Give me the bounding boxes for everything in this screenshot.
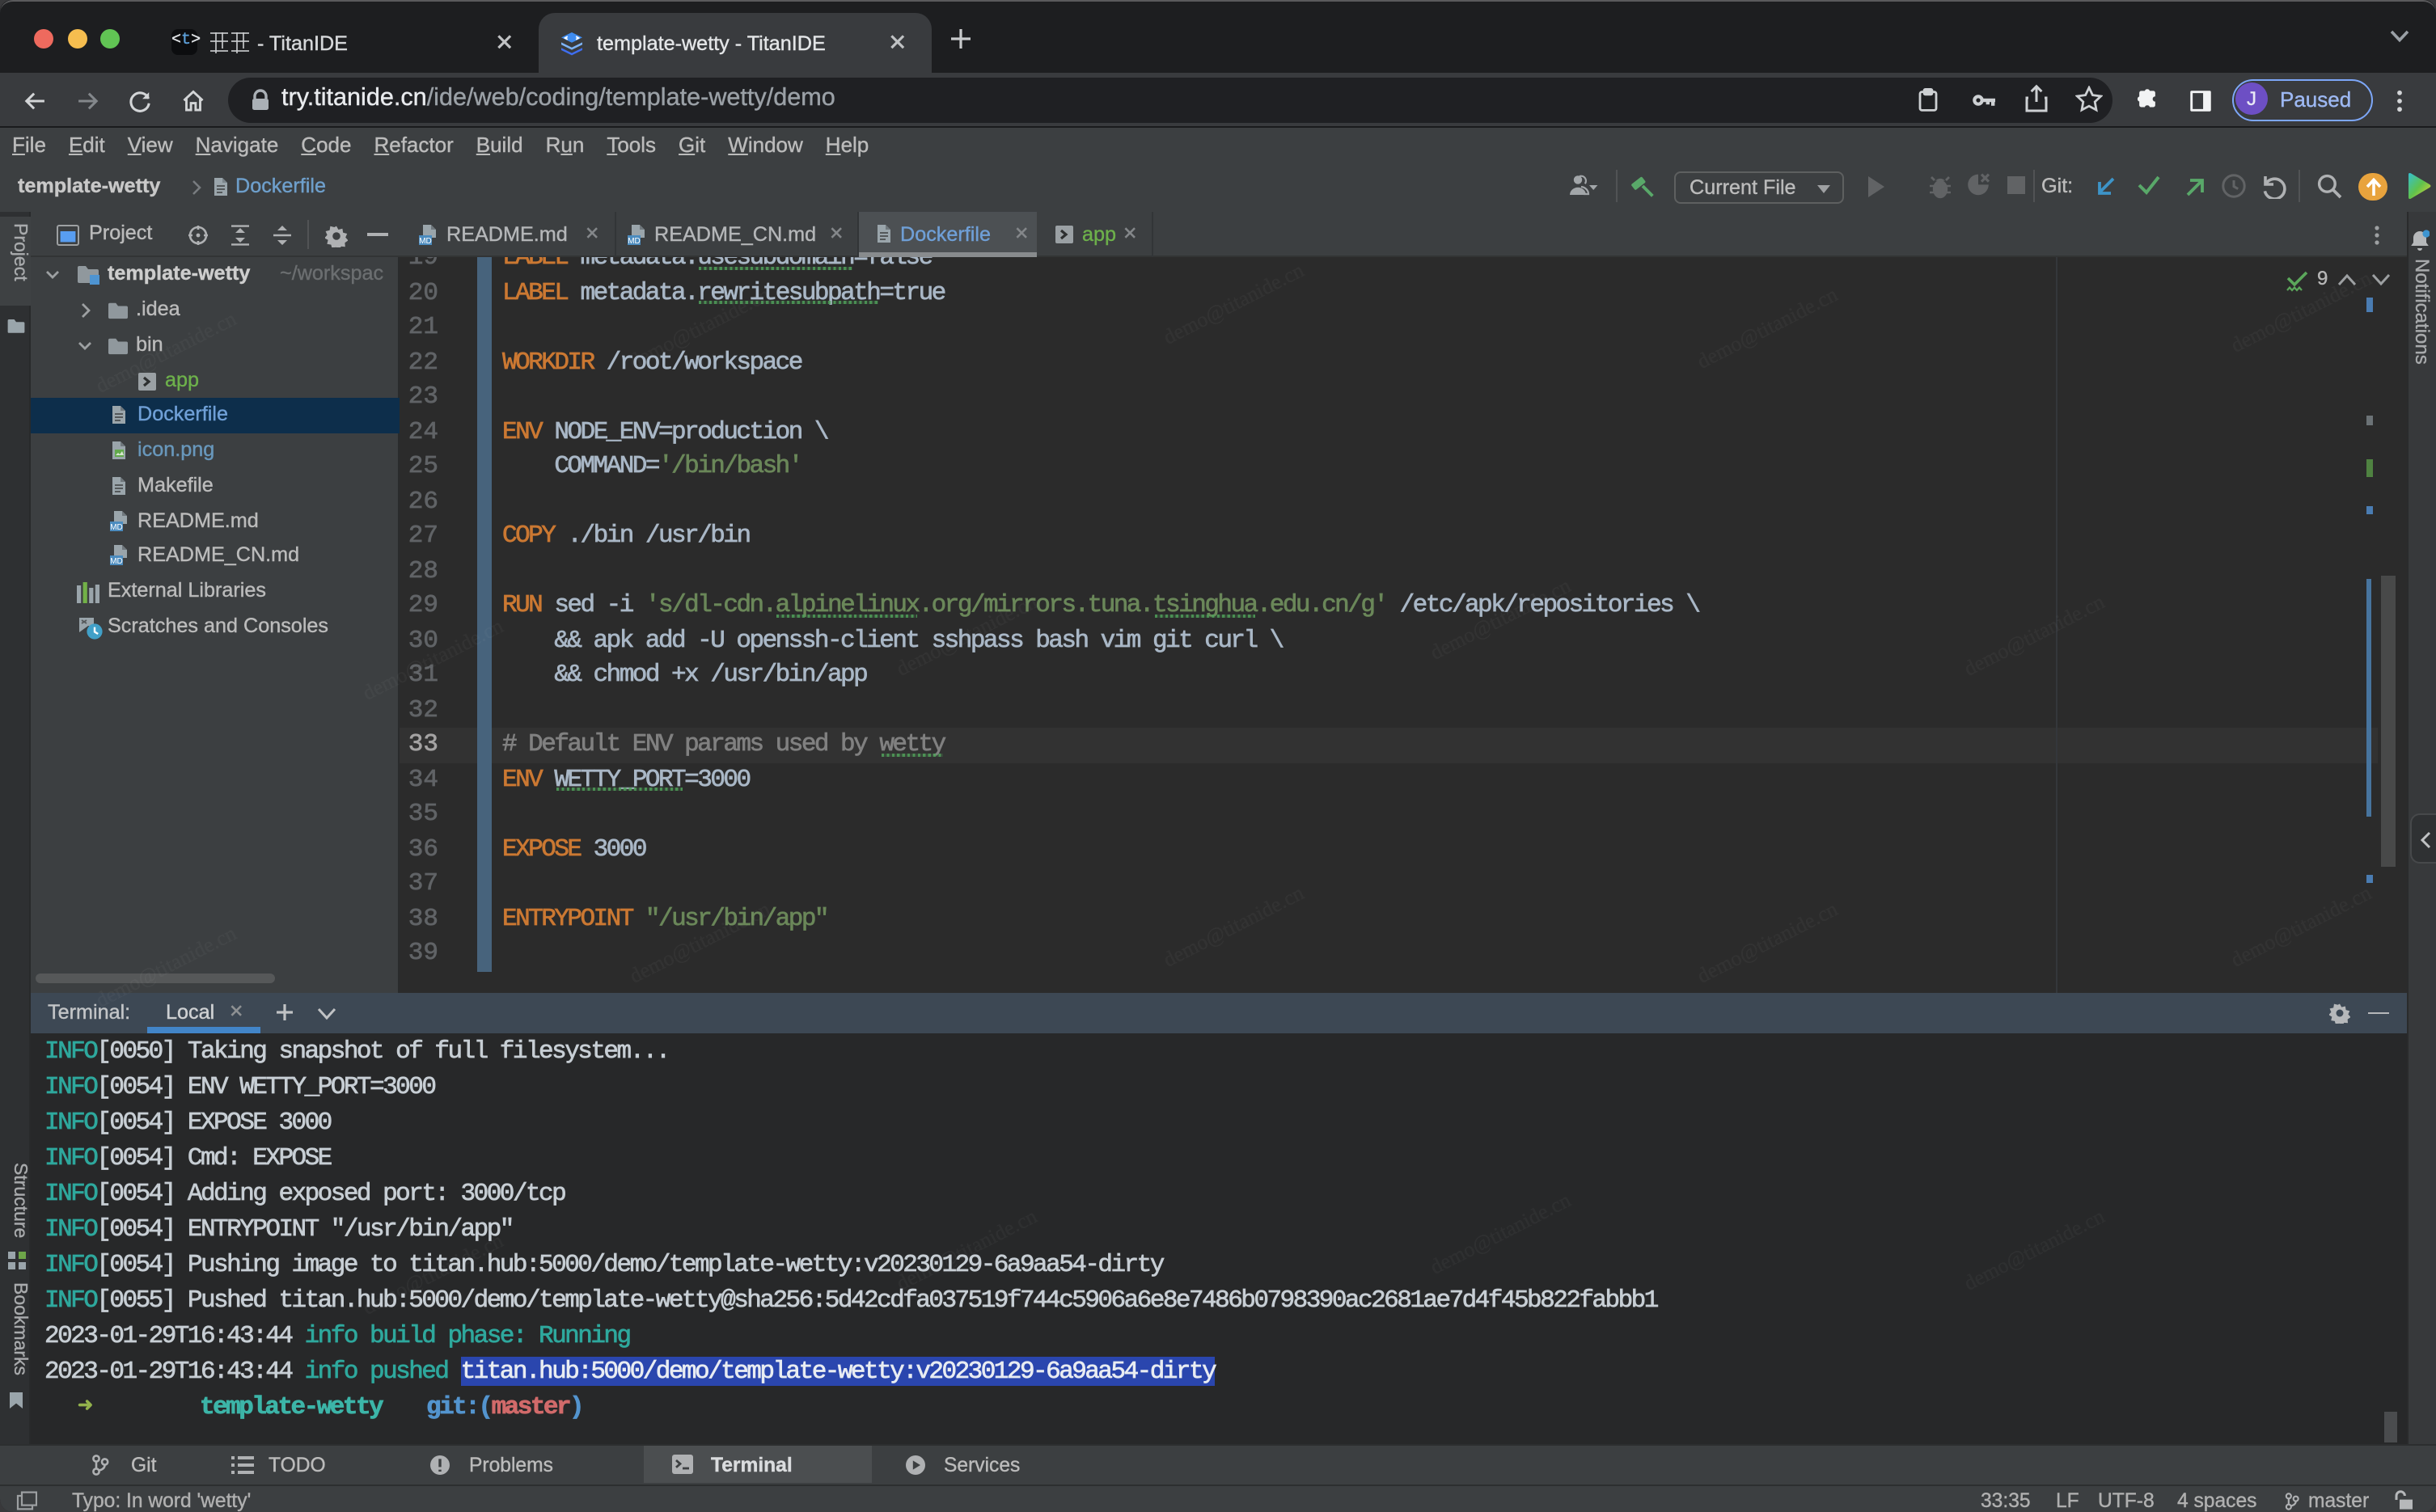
- svg-text:MD: MD: [418, 237, 431, 246]
- svg-text:MD: MD: [110, 522, 123, 531]
- svg-text:MD: MD: [110, 557, 123, 566]
- svg-text:MD: MD: [628, 237, 641, 246]
